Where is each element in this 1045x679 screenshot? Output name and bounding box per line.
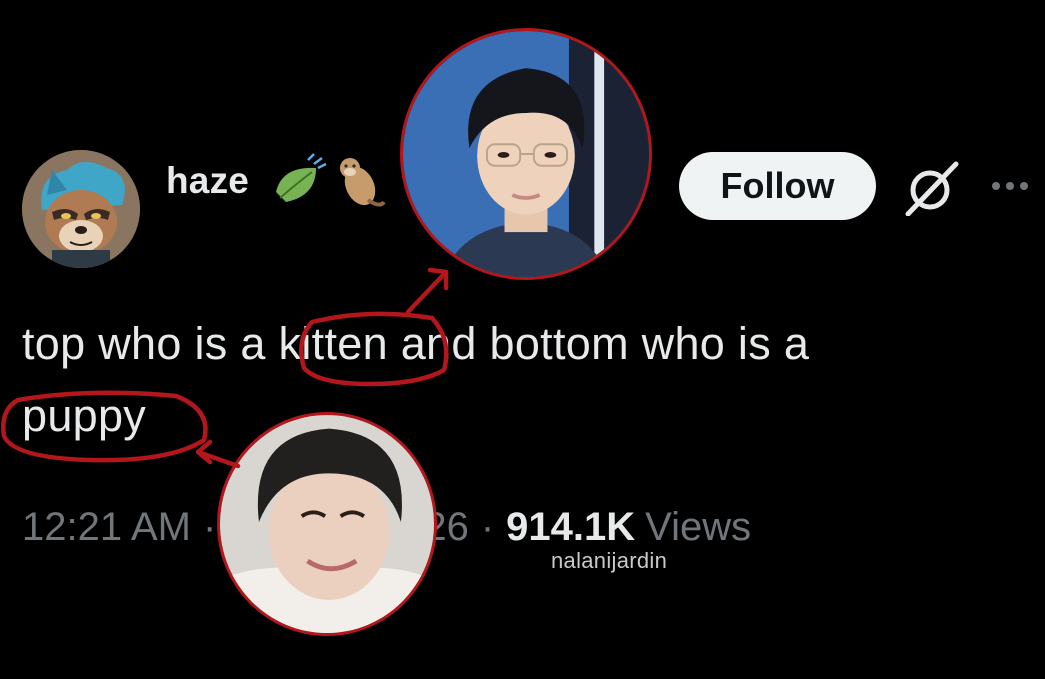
- tweet-text-segment: top who is a: [22, 318, 279, 369]
- overlay-photo-bottom: [217, 412, 437, 636]
- views-count: 914.1K: [506, 505, 636, 549]
- tweet-text-line-2: puppy: [22, 390, 146, 442]
- name-emojis: [272, 152, 392, 212]
- avatar[interactable]: [22, 150, 140, 268]
- person-photo-icon: [403, 31, 649, 277]
- otter-icon: [340, 158, 386, 207]
- word-puppy: puppy: [22, 390, 147, 441]
- overlay-photo-top: [400, 28, 652, 280]
- tweet-text-line-1: top who is a kitten and bottom who is a: [22, 318, 809, 370]
- tweet-text-segment: and bottom who is a: [387, 318, 810, 369]
- separator-dot: ·: [203, 505, 217, 549]
- arrow-to-bottom-photo: [195, 439, 241, 469]
- leaf-fluttering-in-wind-icon: [276, 153, 327, 202]
- follow-button[interactable]: Follow: [679, 152, 876, 220]
- more-options-icon[interactable]: [990, 170, 1032, 200]
- person-photo-icon: [220, 415, 434, 633]
- raccoon-avatar-icon: [22, 150, 140, 268]
- tweet-time[interactable]: 12:21 AM: [22, 505, 191, 550]
- arrow-to-top-photo: [405, 267, 449, 315]
- watermark: nalanijardin: [551, 548, 668, 573]
- grok-icon[interactable]: [900, 160, 962, 216]
- separator-dot: ·: [480, 505, 495, 549]
- word-kitten: kitten: [278, 318, 388, 369]
- display-name[interactable]: haze: [166, 160, 249, 202]
- views-label: Views: [645, 505, 752, 549]
